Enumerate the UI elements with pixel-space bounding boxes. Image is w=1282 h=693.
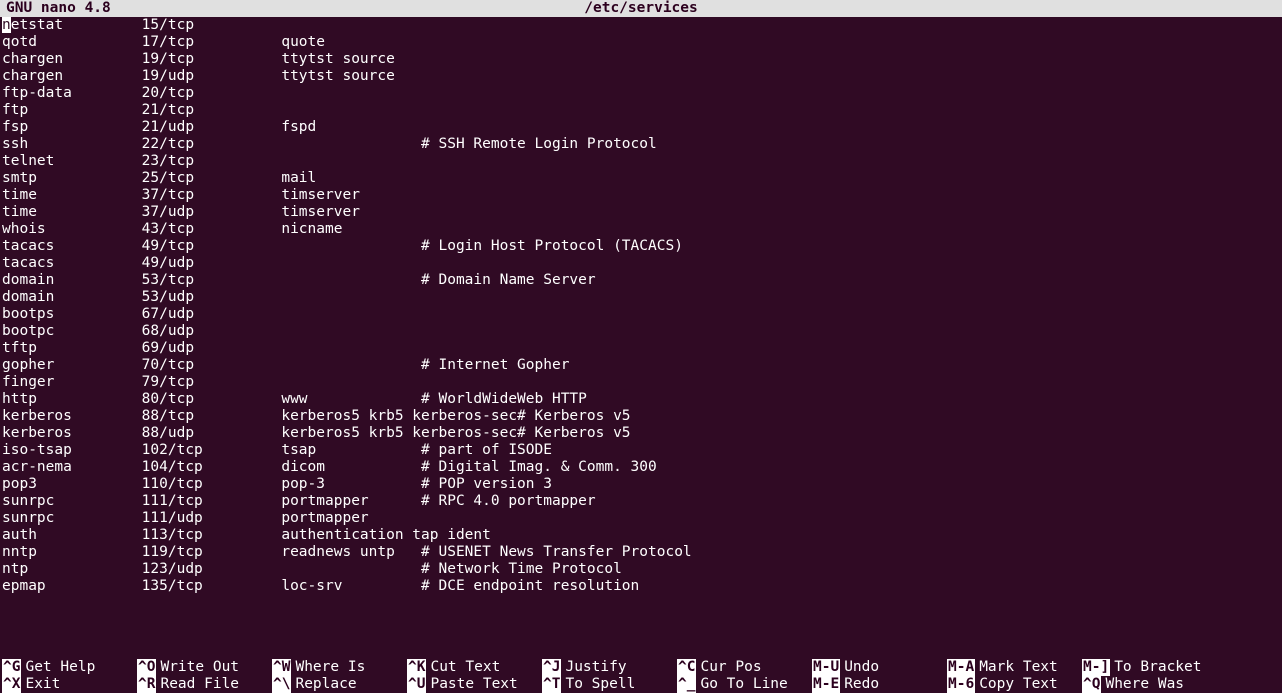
file-line[interactable]: bootps 67/udp: [2, 306, 1280, 323]
shortcut-label: Write Out: [160, 659, 239, 676]
shortcut-key: M-]: [1082, 659, 1110, 676]
shortcut-row-1: ^GGet Help^OWrite Out^WWhere Is^KCut Tex…: [2, 659, 1280, 676]
shortcut-go-to-line[interactable]: ^_Go To Line: [677, 676, 812, 693]
file-line[interactable]: http 80/tcp www # WorldWideWeb HTTP: [2, 391, 1280, 408]
shortcut-label: Redo: [844, 676, 879, 693]
file-line[interactable]: netstat 15/tcp: [2, 17, 1280, 34]
file-line[interactable]: pop3 110/tcp pop-3 # POP version 3: [2, 476, 1280, 493]
file-line[interactable]: telnet 23/tcp: [2, 153, 1280, 170]
shortcut-label: Paste Text: [430, 676, 517, 693]
shortcut-key: ^W: [272, 659, 291, 676]
file-line[interactable]: tacacs 49/tcp # Login Host Protocol (TAC…: [2, 238, 1280, 255]
file-line[interactable]: chargen 19/tcp ttytst source: [2, 51, 1280, 68]
shortcut-cur-pos[interactable]: ^CCur Pos: [677, 659, 812, 676]
file-line[interactable]: time 37/tcp timserver: [2, 187, 1280, 204]
shortcut-label: Cur Pos: [700, 659, 761, 676]
file-line[interactable]: kerberos 88/tcp kerberos5 krb5 kerberos-…: [2, 408, 1280, 425]
file-line[interactable]: qotd 17/tcp quote: [2, 34, 1280, 51]
file-line[interactable]: domain 53/tcp # Domain Name Server: [2, 272, 1280, 289]
shortcut-justify[interactable]: ^JJustify: [542, 659, 677, 676]
shortcut-bar: ^GGet Help^OWrite Out^WWhere Is^KCut Tex…: [0, 659, 1282, 693]
file-line[interactable]: nntp 119/tcp readnews untp # USENET News…: [2, 544, 1280, 561]
file-line[interactable]: fsp 21/udp fspd: [2, 119, 1280, 136]
shortcut-label: Exit: [25, 676, 60, 693]
file-line[interactable]: acr-nema 104/tcp dicom # Digital Imag. &…: [2, 459, 1280, 476]
shortcut-label: Undo: [844, 659, 879, 676]
shortcut-key: ^O: [137, 659, 156, 676]
shortcut-label: To Bracket: [1114, 659, 1201, 676]
shortcut-undo[interactable]: M-UUndo: [812, 659, 947, 676]
file-line[interactable]: bootpc 68/udp: [2, 323, 1280, 340]
file-name: /etc/services: [0, 0, 1282, 17]
shortcut-key: ^K: [407, 659, 426, 676]
cursor: n: [2, 17, 11, 33]
file-line[interactable]: kerberos 88/udp kerberos5 krb5 kerberos-…: [2, 425, 1280, 442]
shortcut-key: ^_: [677, 676, 696, 693]
shortcut-key: ^C: [677, 659, 696, 676]
shortcut-label: Cut Text: [430, 659, 500, 676]
shortcut-paste-text[interactable]: ^UPaste Text: [407, 676, 542, 693]
shortcut-label: Replace: [295, 676, 356, 693]
shortcut-exit[interactable]: ^XExit: [2, 676, 137, 693]
shortcut-key: ^\: [272, 676, 291, 693]
titlebar: GNU nano 4.8 /etc/services: [0, 0, 1282, 17]
shortcut-label: Get Help: [25, 659, 95, 676]
file-line[interactable]: finger 79/tcp: [2, 374, 1280, 391]
shortcut-label: Go To Line: [700, 676, 787, 693]
shortcut-where-is[interactable]: ^WWhere Is: [272, 659, 407, 676]
file-line[interactable]: epmap 135/tcp loc-srv # DCE endpoint res…: [2, 578, 1280, 595]
shortcut-key: ^J: [542, 659, 561, 676]
shortcut-label: Where Was: [1105, 676, 1184, 693]
shortcut-key: M-6: [947, 676, 975, 693]
file-line[interactable]: ftp 21/tcp: [2, 102, 1280, 119]
shortcut-key: M-A: [947, 659, 975, 676]
shortcut-row-2: ^XExit^RRead File^\Replace^UPaste Text^T…: [2, 676, 1280, 693]
shortcut-label: Copy Text: [979, 676, 1058, 693]
shortcut-key: ^G: [2, 659, 21, 676]
shortcut-key: ^R: [137, 676, 156, 693]
shortcut-label: Justify: [565, 659, 626, 676]
file-line[interactable]: time 37/udp timserver: [2, 204, 1280, 221]
shortcut-key: M-E: [812, 676, 840, 693]
shortcut-key: ^U: [407, 676, 426, 693]
shortcut-key: ^T: [542, 676, 561, 693]
file-line[interactable]: gopher 70/tcp # Internet Gopher: [2, 357, 1280, 374]
editor-content[interactable]: netstat 15/tcp qotd 17/tcp quote chargen…: [0, 17, 1282, 595]
shortcut-label: Mark Text: [979, 659, 1058, 676]
file-line[interactable]: tacacs 49/udp: [2, 255, 1280, 272]
shortcut-label: Read File: [160, 676, 239, 693]
shortcut-copy-text[interactable]: M-6Copy Text: [947, 676, 1082, 693]
shortcut-to-spell[interactable]: ^TTo Spell: [542, 676, 677, 693]
file-line[interactable]: sunrpc 111/udp portmapper: [2, 510, 1280, 527]
shortcut-cut-text[interactable]: ^KCut Text: [407, 659, 542, 676]
file-line[interactable]: domain 53/udp: [2, 289, 1280, 306]
file-line[interactable]: chargen 19/udp ttytst source: [2, 68, 1280, 85]
file-line[interactable]: sunrpc 111/tcp portmapper # RPC 4.0 port…: [2, 493, 1280, 510]
file-line[interactable]: ssh 22/tcp # SSH Remote Login Protocol: [2, 136, 1280, 153]
file-line[interactable]: ftp-data 20/tcp: [2, 85, 1280, 102]
shortcut-key: ^Q: [1082, 676, 1101, 693]
file-line[interactable]: ntp 123/udp # Network Time Protocol: [2, 561, 1280, 578]
shortcut-get-help[interactable]: ^GGet Help: [2, 659, 137, 676]
file-line[interactable]: tftp 69/udp: [2, 340, 1280, 357]
shortcut-replace[interactable]: ^\Replace: [272, 676, 407, 693]
shortcut-to-bracket[interactable]: M-]To Bracket: [1082, 659, 1199, 676]
shortcut-redo[interactable]: M-ERedo: [812, 676, 947, 693]
shortcut-label: To Spell: [565, 676, 635, 693]
file-line[interactable]: auth 113/tcp authentication tap ident: [2, 527, 1280, 544]
file-line[interactable]: whois 43/tcp nicname: [2, 221, 1280, 238]
shortcut-where-was[interactable]: ^QWhere Was: [1082, 676, 1199, 693]
file-line[interactable]: smtp 25/tcp mail: [2, 170, 1280, 187]
shortcut-key: ^X: [2, 676, 21, 693]
shortcut-write-out[interactable]: ^OWrite Out: [137, 659, 272, 676]
shortcut-read-file[interactable]: ^RRead File: [137, 676, 272, 693]
file-line[interactable]: iso-tsap 102/tcp tsap # part of ISODE: [2, 442, 1280, 459]
shortcut-key: M-U: [812, 659, 840, 676]
shortcut-label: Where Is: [295, 659, 365, 676]
shortcut-mark-text[interactable]: M-AMark Text: [947, 659, 1082, 676]
